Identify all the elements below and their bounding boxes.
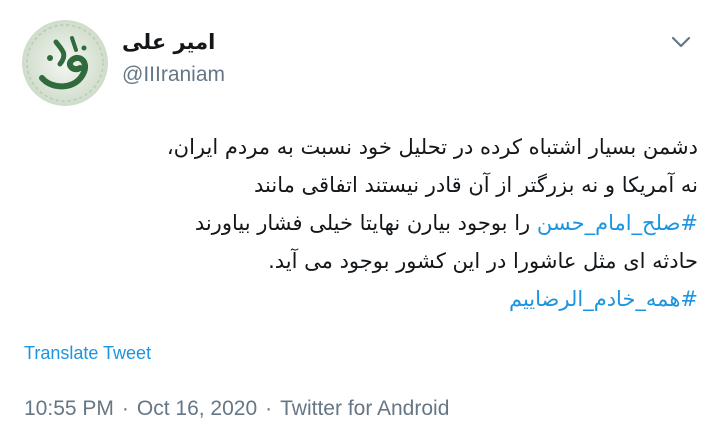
hashtag-link[interactable]: #همه_خادم_الرضاییم bbox=[509, 287, 698, 311]
tweet-text: دشمن بسیار اشتباه کرده در تحلیل خود نسبت… bbox=[18, 128, 698, 318]
tweet-date[interactable]: Oct 16, 2020 bbox=[137, 397, 257, 420]
tweet-source-link[interactable]: Twitter for Android bbox=[280, 397, 449, 420]
tweet-line-2: نه آمریکا و نه بزرگتر از آن قادر نیستند … bbox=[254, 173, 698, 197]
user-handle[interactable]: @IIIraniam bbox=[122, 62, 225, 88]
chevron-down-icon[interactable] bbox=[670, 34, 692, 50]
tweet-line-4: حادثه ای مثل عاشورا در این کشور بوجود می… bbox=[268, 249, 698, 273]
display-name[interactable]: امیر علی bbox=[122, 28, 225, 56]
calligraphy-avatar-icon bbox=[22, 20, 108, 106]
tweet-meta: 10:55 PM · Oct 16, 2020 · Twitter for Androi… bbox=[24, 397, 449, 421]
tweet-line-3-text: را بوجود بیارن نهایتا خیلی فشار بیاورند bbox=[194, 211, 531, 235]
tweet-line-3: #صلح_امام_حسن را بوجود بیارن نهایتا خیلی… bbox=[18, 204, 698, 242]
tweet-header: امیر علی @IIIraniam bbox=[18, 14, 700, 110]
meta-separator: · bbox=[121, 397, 129, 420]
hashtag-link[interactable]: #صلح_امام_حسن bbox=[537, 211, 698, 235]
avatar[interactable] bbox=[22, 20, 108, 106]
tweet-line-5: #همه_خادم_الرضاییم bbox=[18, 280, 698, 318]
meta-separator: · bbox=[265, 397, 273, 420]
tweet-line-1: دشمن بسیار اشتباه کرده در تحلیل خود نسبت… bbox=[166, 135, 698, 159]
translate-tweet-link[interactable]: Translate Tweet bbox=[24, 343, 151, 364]
tweet-time[interactable]: 10:55 PM bbox=[24, 397, 114, 420]
user-names: امیر علی @IIIraniam bbox=[122, 28, 225, 88]
